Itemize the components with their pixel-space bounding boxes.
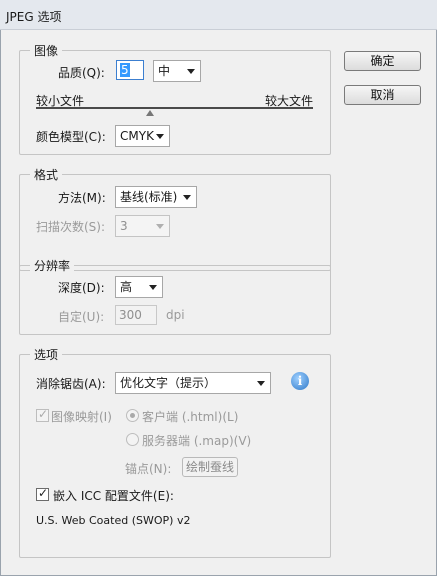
quality-input[interactable]: 5 (116, 60, 144, 80)
resolution-group-legend: 分辨率 (30, 257, 75, 274)
dpi-unit: dpi (166, 308, 185, 322)
method-select[interactable]: 基线(标准) (115, 186, 197, 208)
method-value: 基线(标准) (120, 190, 178, 204)
icc-profile-name: U.S. Web Coated (SWOP) v2 (36, 514, 191, 527)
window-title: JPEG 选项 (6, 10, 62, 24)
imagemap-checkbox: ✓ (36, 407, 49, 422)
antialias-label: 消除锯齿(A): (36, 377, 106, 391)
checkmark-icon: ✓ (38, 407, 49, 421)
scans-value: 3 (120, 219, 128, 233)
jpeg-options-dialog: 确定 取消 图像 品质(Q): 5 中 较小文件 较大文件 颜色模型(C): C… (0, 30, 437, 576)
depth-label: 深度(D): (58, 281, 105, 295)
image-group-legend: 图像 (30, 42, 63, 59)
embed-icc-checkbox[interactable]: ✓ (36, 486, 49, 501)
quality-level-value: 中 (158, 64, 171, 78)
method-label: 方法(M): (58, 191, 106, 205)
options-group-legend: 选项 (30, 346, 63, 363)
quality-slider-thumb[interactable] (145, 110, 154, 116)
draw-marquee-button: 绘制蚕线 (182, 457, 238, 477)
chevron-down-icon (187, 69, 195, 74)
imagemap-label: 图像映射(I) (51, 410, 112, 424)
quality-slider-track[interactable] (36, 107, 313, 109)
info-icon[interactable]: i (291, 372, 309, 390)
chevron-down-icon (156, 224, 164, 229)
color-model-value: CMYK (120, 129, 154, 143)
color-model-label: 颜色模型(C): (36, 130, 106, 144)
format-group-legend: 格式 (30, 166, 63, 183)
color-model-select[interactable]: CMYK (115, 125, 170, 147)
custom-resolution-label: 自定(U): (58, 310, 105, 324)
depth-select[interactable]: 高 (115, 276, 163, 298)
quality-level-select[interactable]: 中 (153, 60, 201, 82)
chevron-down-icon (149, 285, 157, 290)
server-side-radio (126, 433, 139, 446)
server-side-label: 服务器端 (.map)(V) (142, 434, 252, 448)
title-bar: JPEG 选项 (0, 0, 437, 30)
antialias-select[interactable]: 优化文字（提示） (115, 372, 271, 394)
chevron-down-icon (183, 195, 191, 200)
client-side-label: 客户端 (.html)(L) (142, 410, 239, 424)
chevron-down-icon (257, 381, 265, 386)
anchor-label: 锚点(N): (125, 462, 172, 476)
radio-dot-icon (130, 413, 135, 418)
ok-button[interactable]: 确定 (344, 51, 421, 71)
quality-label: 品质(Q): (58, 66, 105, 80)
cancel-button[interactable]: 取消 (344, 85, 421, 105)
antialias-value: 优化文字（提示） (120, 376, 217, 390)
depth-value: 高 (120, 280, 133, 294)
scans-label: 扫描次数(S): (36, 220, 106, 234)
scans-select: 3 (115, 215, 170, 237)
client-side-radio (126, 409, 139, 422)
quality-input-value: 5 (120, 63, 130, 77)
embed-icc-label: 嵌入 ICC 配置文件(E): (53, 489, 174, 503)
custom-resolution-input: 300 (115, 305, 157, 325)
checkmark-icon: ✓ (38, 486, 49, 500)
chevron-down-icon (156, 134, 164, 139)
